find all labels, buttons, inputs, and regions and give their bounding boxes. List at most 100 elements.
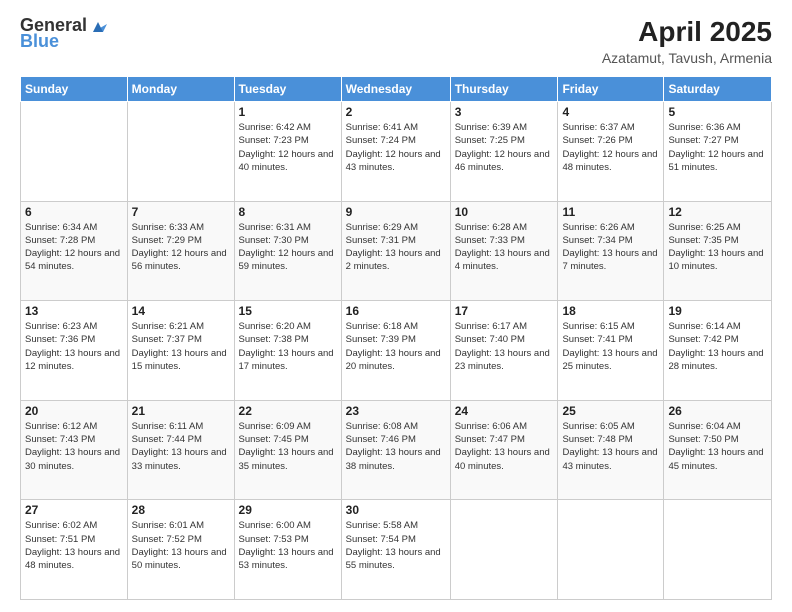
calendar-cell: 17Sunrise: 6:17 AM Sunset: 7:40 PM Dayli… bbox=[450, 301, 558, 401]
calendar-cell: 23 Sunrise: 6:08 AM Sunset: 7:46 PM Dayli… bbox=[341, 400, 450, 500]
calendar-week-2: 6 Sunrise: 6:34 AM Sunset: 7:28 PM Daylig… bbox=[21, 201, 772, 301]
day-number: 6 bbox=[25, 205, 123, 219]
day-info: Sunrise: 6:41 AM Sunset: 7:24 PM Dayligh… bbox=[346, 121, 446, 174]
day-number: 24 bbox=[455, 404, 554, 418]
day-number: 22 bbox=[239, 404, 337, 418]
calendar-cell: 3Sunrise: 6:39 AM Sunset: 7:25 PM Daylig… bbox=[450, 102, 558, 202]
day-info: Sunrise: 6:18 AM Sunset: 7:39 PM Dayligh… bbox=[346, 320, 446, 373]
day-number: 23 bbox=[346, 404, 446, 418]
calendar-cell: 10 Sunrise: 6:28 AM Sunset: 7:33 PM Dayli… bbox=[450, 201, 558, 301]
day-info: Sunrise: 6:04 AM Sunset: 7:50 PM Dayligh… bbox=[668, 420, 767, 473]
calendar-cell: 1 Sunrise: 6:42 AM Sunset: 7:23 PM Daylig… bbox=[234, 102, 341, 202]
calendar-cell: 11 Sunrise: 6:26 AM Sunset: 7:34 PM Dayli… bbox=[558, 201, 664, 301]
calendar-table: Sunday Monday Tuesday Wednesday Thursday… bbox=[20, 76, 772, 600]
day-number: 29 bbox=[239, 503, 337, 517]
month-year-title: April 2025 bbox=[602, 16, 772, 48]
calendar-week-1: 1 Sunrise: 6:42 AM Sunset: 7:23 PM Daylig… bbox=[21, 102, 772, 202]
calendar-cell bbox=[127, 102, 234, 202]
day-number: 13 bbox=[25, 304, 123, 318]
calendar-cell: 9 Sunrise: 6:29 AM Sunset: 7:31 PM Daylig… bbox=[341, 201, 450, 301]
calendar-cell: 24 Sunrise: 6:06 AM Sunset: 7:47 PM Dayli… bbox=[450, 400, 558, 500]
day-number: 30 bbox=[346, 503, 446, 517]
day-number: 14 bbox=[132, 304, 230, 318]
day-number: 19 bbox=[668, 304, 767, 318]
calendar-cell: 28 Sunrise: 6:01 AM Sunset: 7:52 PM Dayli… bbox=[127, 500, 234, 600]
day-number: 26 bbox=[668, 404, 767, 418]
day-info: Sunrise: 6:36 AM Sunset: 7:27 PM Dayligh… bbox=[668, 121, 767, 174]
day-number: 3 bbox=[455, 105, 554, 119]
day-number: 12 bbox=[668, 205, 767, 219]
calendar-week-3: 13Sunrise: 6:23 AM Sunset: 7:36 PM Dayli… bbox=[21, 301, 772, 401]
calendar-cell: 6 Sunrise: 6:34 AM Sunset: 7:28 PM Daylig… bbox=[21, 201, 128, 301]
day-info: Sunrise: 6:14 AM Sunset: 7:42 PM Dayligh… bbox=[668, 320, 767, 373]
day-info: Sunrise: 6:37 AM Sunset: 7:26 PM Dayligh… bbox=[562, 121, 659, 174]
calendar-cell: 22Sunrise: 6:09 AM Sunset: 7:45 PM Dayli… bbox=[234, 400, 341, 500]
day-number: 10 bbox=[455, 205, 554, 219]
day-number: 8 bbox=[239, 205, 337, 219]
calendar-cell bbox=[664, 500, 772, 600]
day-info: Sunrise: 6:29 AM Sunset: 7:31 PM Dayligh… bbox=[346, 221, 446, 274]
day-info: Sunrise: 6:08 AM Sunset: 7:46 PM Dayligh… bbox=[346, 420, 446, 473]
calendar-cell: 15Sunrise: 6:20 AM Sunset: 7:38 PM Dayli… bbox=[234, 301, 341, 401]
col-saturday: Saturday bbox=[664, 77, 772, 102]
logo-blue-text: Blue bbox=[20, 32, 59, 52]
location-subtitle: Azatamut, Tavush, Armenia bbox=[602, 50, 772, 66]
col-monday: Monday bbox=[127, 77, 234, 102]
calendar-cell: 18 Sunrise: 6:15 AM Sunset: 7:41 PM Dayli… bbox=[558, 301, 664, 401]
calendar-week-5: 27 Sunrise: 6:02 AM Sunset: 7:51 PM Dayli… bbox=[21, 500, 772, 600]
day-info: Sunrise: 6:42 AM Sunset: 7:23 PM Dayligh… bbox=[239, 121, 337, 174]
day-number: 15 bbox=[239, 304, 337, 318]
day-info: Sunrise: 6:25 AM Sunset: 7:35 PM Dayligh… bbox=[668, 221, 767, 274]
logo: General Blue bbox=[20, 16, 111, 52]
day-info: Sunrise: 6:33 AM Sunset: 7:29 PM Dayligh… bbox=[132, 221, 230, 274]
day-number: 9 bbox=[346, 205, 446, 219]
col-tuesday: Tuesday bbox=[234, 77, 341, 102]
day-number: 18 bbox=[562, 304, 659, 318]
day-info: Sunrise: 5:58 AM Sunset: 7:54 PM Dayligh… bbox=[346, 519, 446, 572]
day-info: Sunrise: 6:06 AM Sunset: 7:47 PM Dayligh… bbox=[455, 420, 554, 473]
calendar-cell: 20 Sunrise: 6:12 AM Sunset: 7:43 PM Dayli… bbox=[21, 400, 128, 500]
day-info: Sunrise: 6:05 AM Sunset: 7:48 PM Dayligh… bbox=[562, 420, 659, 473]
day-number: 16 bbox=[346, 304, 446, 318]
calendar-cell bbox=[21, 102, 128, 202]
day-info: Sunrise: 6:02 AM Sunset: 7:51 PM Dayligh… bbox=[25, 519, 123, 572]
day-info: Sunrise: 6:15 AM Sunset: 7:41 PM Dayligh… bbox=[562, 320, 659, 373]
day-number: 17 bbox=[455, 304, 554, 318]
day-number: 27 bbox=[25, 503, 123, 517]
calendar-cell: 26 Sunrise: 6:04 AM Sunset: 7:50 PM Dayli… bbox=[664, 400, 772, 500]
day-info: Sunrise: 6:12 AM Sunset: 7:43 PM Dayligh… bbox=[25, 420, 123, 473]
calendar-cell: 2 Sunrise: 6:41 AM Sunset: 7:24 PM Daylig… bbox=[341, 102, 450, 202]
day-number: 11 bbox=[562, 205, 659, 219]
calendar-week-4: 20 Sunrise: 6:12 AM Sunset: 7:43 PM Dayli… bbox=[21, 400, 772, 500]
day-info: Sunrise: 6:31 AM Sunset: 7:30 PM Dayligh… bbox=[239, 221, 337, 274]
day-info: Sunrise: 6:21 AM Sunset: 7:37 PM Dayligh… bbox=[132, 320, 230, 373]
col-wednesday: Wednesday bbox=[341, 77, 450, 102]
page: General Blue April 2025 Azatamut, Tavush… bbox=[0, 0, 792, 612]
day-number: 1 bbox=[239, 105, 337, 119]
calendar-cell: 4Sunrise: 6:37 AM Sunset: 7:26 PM Daylig… bbox=[558, 102, 664, 202]
day-info: Sunrise: 6:00 AM Sunset: 7:53 PM Dayligh… bbox=[239, 519, 337, 572]
calendar-cell: 13Sunrise: 6:23 AM Sunset: 7:36 PM Dayli… bbox=[21, 301, 128, 401]
day-number: 21 bbox=[132, 404, 230, 418]
day-number: 25 bbox=[562, 404, 659, 418]
calendar-cell: 21Sunrise: 6:11 AM Sunset: 7:44 PM Dayli… bbox=[127, 400, 234, 500]
calendar-cell: 16 Sunrise: 6:18 AM Sunset: 7:39 PM Dayli… bbox=[341, 301, 450, 401]
logo-icon bbox=[89, 14, 111, 36]
calendar-cell bbox=[450, 500, 558, 600]
calendar-header-row: Sunday Monday Tuesday Wednesday Thursday… bbox=[21, 77, 772, 102]
day-number: 2 bbox=[346, 105, 446, 119]
calendar-cell: 25 Sunrise: 6:05 AM Sunset: 7:48 PM Dayli… bbox=[558, 400, 664, 500]
day-info: Sunrise: 6:28 AM Sunset: 7:33 PM Dayligh… bbox=[455, 221, 554, 274]
day-info: Sunrise: 6:34 AM Sunset: 7:28 PM Dayligh… bbox=[25, 221, 123, 274]
col-friday: Friday bbox=[558, 77, 664, 102]
title-block: April 2025 Azatamut, Tavush, Armenia bbox=[602, 16, 772, 66]
calendar-cell: 27 Sunrise: 6:02 AM Sunset: 7:51 PM Dayli… bbox=[21, 500, 128, 600]
day-number: 28 bbox=[132, 503, 230, 517]
calendar-cell: 12 Sunrise: 6:25 AM Sunset: 7:35 PM Dayli… bbox=[664, 201, 772, 301]
day-info: Sunrise: 6:26 AM Sunset: 7:34 PM Dayligh… bbox=[562, 221, 659, 274]
calendar-cell: 29 Sunrise: 6:00 AM Sunset: 7:53 PM Dayli… bbox=[234, 500, 341, 600]
col-thursday: Thursday bbox=[450, 77, 558, 102]
day-info: Sunrise: 6:01 AM Sunset: 7:52 PM Dayligh… bbox=[132, 519, 230, 572]
day-number: 5 bbox=[668, 105, 767, 119]
day-number: 20 bbox=[25, 404, 123, 418]
